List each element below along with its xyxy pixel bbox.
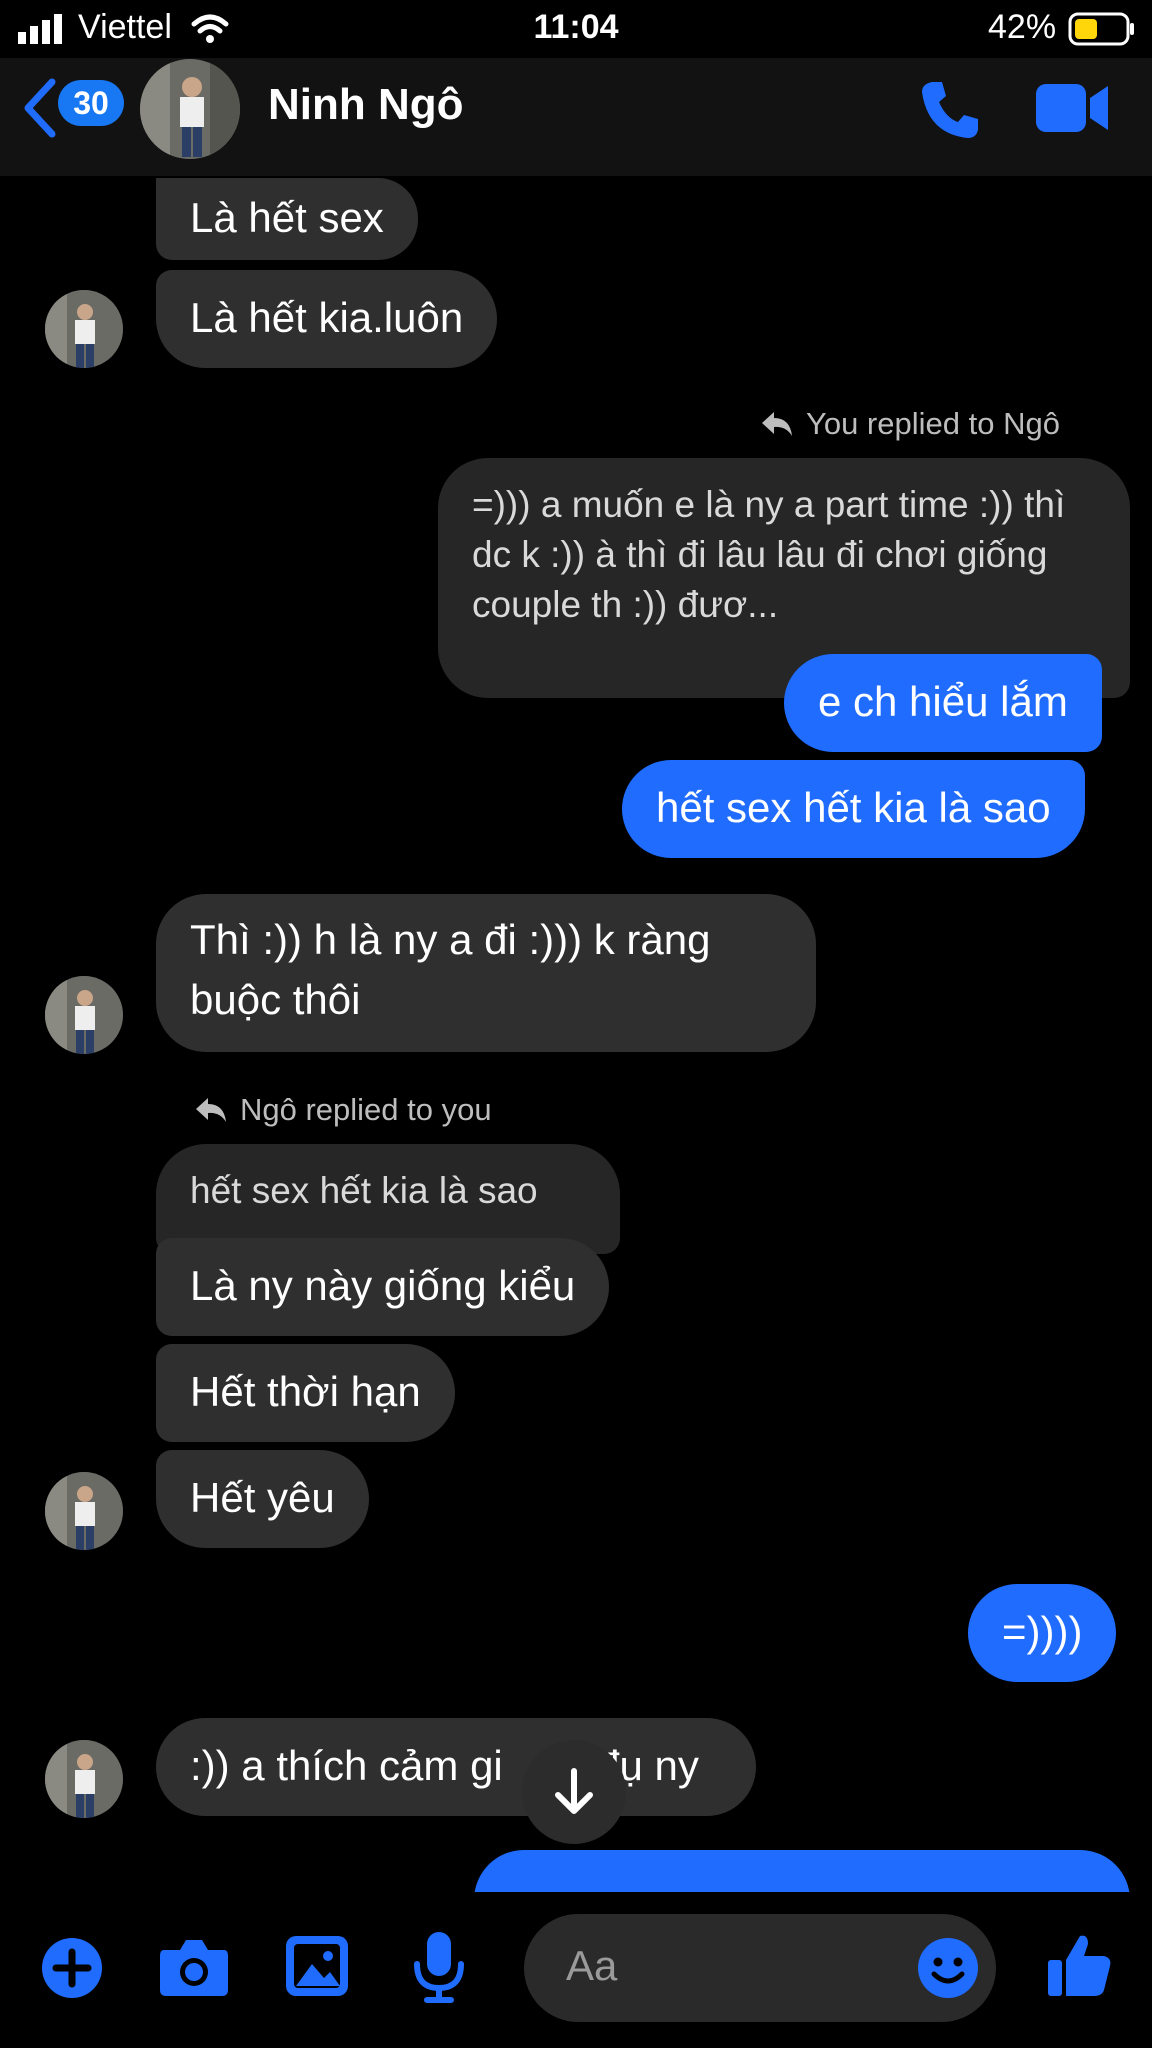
battery-icon bbox=[1068, 12, 1134, 46]
incoming-message[interactable]: Thì :)) h là ny a đi :))) k ràng buộc th… bbox=[156, 894, 816, 1052]
unread-count-badge[interactable]: 30 bbox=[58, 80, 124, 126]
reply-icon bbox=[762, 412, 792, 436]
scroll-to-bottom-button[interactable] bbox=[522, 1740, 626, 1844]
sender-avatar[interactable] bbox=[45, 290, 123, 368]
video-camera-icon[interactable] bbox=[1034, 80, 1110, 136]
reply-indicator: Ngô replied to you bbox=[194, 1092, 492, 1128]
reply-indicator-label: Ngô replied to you bbox=[240, 1092, 492, 1127]
incoming-message[interactable]: :)) a thích cảm gi đụ ny bbox=[156, 1718, 756, 1816]
back-chevron-icon[interactable] bbox=[22, 78, 58, 138]
conversation-header: 30 Ninh Ngô bbox=[0, 58, 1152, 176]
battery-percentage: 42% bbox=[988, 8, 1057, 46]
contact-name[interactable]: Ninh Ngô bbox=[268, 80, 464, 130]
arrow-down-icon bbox=[555, 1768, 593, 1814]
reply-indicator-label: You replied to Ngô bbox=[806, 406, 1060, 441]
microphone-icon[interactable] bbox=[412, 1930, 466, 2004]
thumbs-up-icon[interactable] bbox=[1044, 1930, 1114, 2000]
message-input-placeholder: Aa bbox=[566, 1942, 618, 1989]
message-input[interactable]: Aa bbox=[524, 1914, 996, 2022]
status-bar: Viettel 11:04 42% bbox=[0, 0, 1152, 58]
sender-avatar[interactable] bbox=[45, 976, 123, 1054]
outgoing-message[interactable]: e ch hiểu lắm bbox=[784, 654, 1102, 752]
phone-icon[interactable] bbox=[918, 78, 982, 142]
sender-avatar[interactable] bbox=[45, 1740, 123, 1818]
plus-icon[interactable] bbox=[40, 1936, 104, 2000]
outgoing-message[interactable]: =)))) bbox=[968, 1584, 1117, 1682]
reply-indicator: You replied to Ngô bbox=[760, 406, 1060, 442]
incoming-message[interactable]: Là ny này giống kiểu bbox=[156, 1238, 610, 1336]
image-icon[interactable] bbox=[284, 1934, 350, 1998]
incoming-message[interactable]: Hết yêu bbox=[156, 1450, 369, 1548]
camera-icon[interactable] bbox=[158, 1936, 230, 1998]
outgoing-message[interactable]: hết sex hết kia là sao bbox=[622, 760, 1085, 858]
message-composer: Aa bbox=[0, 1892, 1152, 2048]
contact-avatar[interactable] bbox=[140, 59, 240, 159]
reply-icon bbox=[196, 1098, 226, 1122]
incoming-message[interactable]: Là hết kia.luôn bbox=[156, 270, 498, 368]
incoming-message[interactable]: Hết thời hạn bbox=[156, 1344, 455, 1442]
sender-avatar[interactable] bbox=[45, 1472, 123, 1550]
clock: 11:04 bbox=[533, 8, 619, 46]
emoji-icon[interactable] bbox=[916, 1936, 980, 2000]
incoming-message[interactable]: Là hết sex bbox=[156, 178, 418, 260]
incoming-message-text: :)) a thích cảm gi bbox=[190, 1742, 503, 1789]
